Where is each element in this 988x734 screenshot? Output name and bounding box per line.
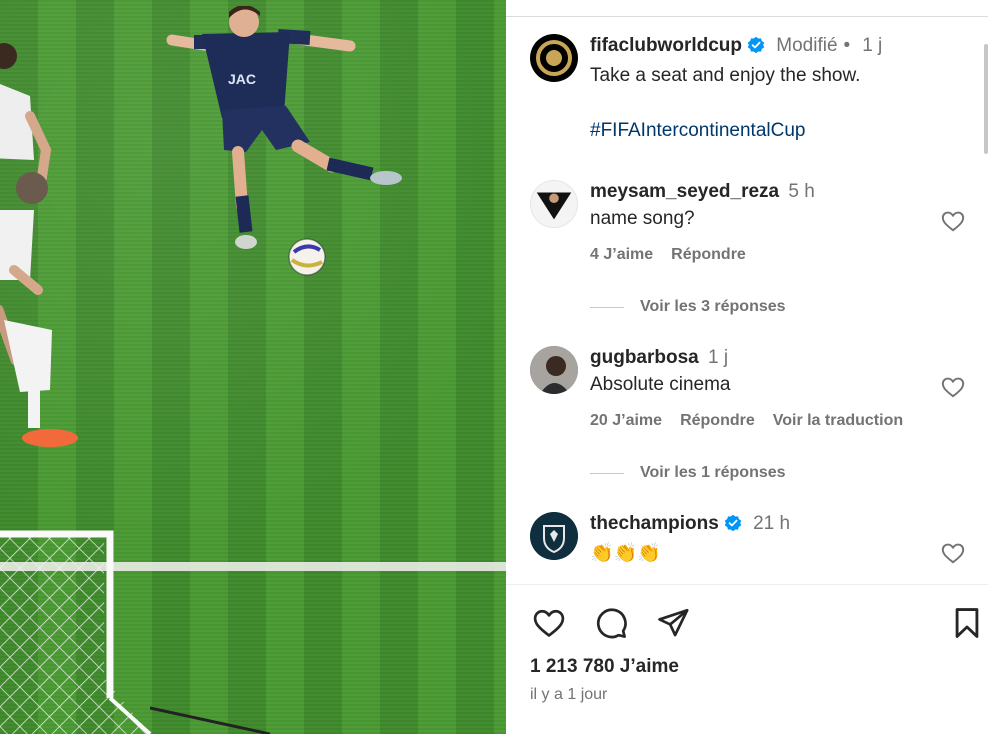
post-media[interactable]: JAC xyxy=(0,0,506,734)
comments-panel: fifaclubworldcup Modifié • 1 j Take a seat… xyxy=(506,0,988,734)
view-replies-button[interactable]: Voir les 3 réponses xyxy=(590,298,786,316)
like-comment-heart-icon[interactable] xyxy=(940,540,966,566)
svg-text:JAC: JAC xyxy=(228,71,256,87)
comment-header: meysam_seyed_reza 5 h xyxy=(590,180,950,204)
caption-content: fifaclubworldcup Modifié • 1 j Take a seat… xyxy=(590,34,950,143)
comment-actions: 20 J’aime Répondre Voir la traduction xyxy=(590,412,950,430)
verified-badge-icon xyxy=(747,36,765,61)
like-comment-heart-icon[interactable] xyxy=(940,208,966,234)
replies-line xyxy=(590,306,624,308)
comment-content: thechampions 21 h 👏👏👏 xyxy=(590,512,950,567)
comment-text: Absolute cinema xyxy=(590,374,731,395)
post-likes-count[interactable]: 1 213 780 J’aime xyxy=(530,656,679,678)
comment-header: gugbarbosa 1 j xyxy=(590,346,950,370)
view-replies-button[interactable]: Voir les 1 réponses xyxy=(590,464,786,482)
defender-player-2 xyxy=(0,172,78,447)
post-timestamp[interactable]: il y a 1 jour xyxy=(530,686,607,704)
replies-line xyxy=(590,472,624,474)
comment-text: name song? xyxy=(590,208,695,229)
club-world-cup-logo-icon xyxy=(531,35,577,81)
comment-content: gugbarbosa 1 j Absolute cinema 20 J’aime… xyxy=(590,346,950,430)
comment-actions: 4 J’aime Répondre xyxy=(590,246,950,264)
comment-age: 5 h xyxy=(788,181,815,202)
goal-net xyxy=(0,530,152,734)
caption-header: fifaclubworldcup Modifié • 1 j xyxy=(590,34,950,61)
champions-logo-icon xyxy=(530,512,578,560)
avatar-image-icon xyxy=(536,192,572,220)
comment-header: thechampions 21 h xyxy=(590,512,950,539)
like-comment-heart-icon[interactable] xyxy=(940,374,966,400)
comment-username[interactable]: thechampions xyxy=(590,513,719,534)
edited-label: Modifié xyxy=(776,35,838,56)
view-replies-label: Voir les 1 réponses xyxy=(640,464,786,481)
comment-likes[interactable]: 4 J’aime xyxy=(590,246,653,263)
commenter-avatar[interactable] xyxy=(530,512,578,560)
caption-entry: fifaclubworldcup Modifié • 1 j Take a seat… xyxy=(530,34,970,154)
comment-item: thechampions 21 h 👏👏👏 xyxy=(530,512,970,582)
see-translation-button[interactable]: Voir la traduction xyxy=(773,412,903,429)
defender-player-1 xyxy=(0,43,52,180)
comment-likes[interactable]: 20 J’aime xyxy=(590,412,662,429)
author-avatar[interactable] xyxy=(530,34,578,82)
comment-text: 👏👏👏 xyxy=(590,543,661,564)
comment-content: meysam_seyed_reza 5 h name song? 4 J’aim… xyxy=(590,180,950,264)
view-replies-label: Voir les 3 réponses xyxy=(640,298,786,315)
comment-item: gugbarbosa 1 j Absolute cinema 20 J’aime… xyxy=(530,346,970,446)
comment-username[interactable]: gugbarbosa xyxy=(590,347,699,368)
comment-icon[interactable] xyxy=(592,604,630,642)
avatar-image-icon xyxy=(530,346,578,394)
hashtag-link[interactable]: #FIFAIntercontinentalCup xyxy=(590,119,950,143)
send-icon[interactable] xyxy=(654,604,692,642)
striker-player: JAC xyxy=(166,6,402,249)
commenter-avatar[interactable] xyxy=(530,346,578,394)
commenter-avatar[interactable] xyxy=(530,180,578,228)
caption-text: Take a seat and enjoy the show. xyxy=(590,65,861,86)
author-username[interactable]: fifaclubworldcup xyxy=(590,35,742,56)
reply-button[interactable]: Répondre xyxy=(671,246,746,263)
post-action-bar xyxy=(530,604,979,644)
post-age: 1 j xyxy=(862,35,883,56)
comment-item: meysam_seyed_reza 5 h name song? 4 J’aim… xyxy=(530,180,970,280)
separator-dot: • xyxy=(843,35,851,56)
bookmark-icon[interactable] xyxy=(948,604,986,642)
verified-badge-icon xyxy=(724,514,742,539)
heart-icon[interactable] xyxy=(530,604,568,642)
reply-button[interactable]: Répondre xyxy=(680,412,755,429)
comment-username[interactable]: meysam_seyed_reza xyxy=(590,181,779,202)
goal-rope xyxy=(150,706,270,734)
football xyxy=(288,238,326,276)
top-divider xyxy=(506,16,988,17)
comment-age: 1 j xyxy=(708,347,729,368)
comment-age: 21 h xyxy=(753,513,791,534)
actions-divider xyxy=(506,584,988,585)
comments-scrollbar[interactable] xyxy=(984,44,988,154)
